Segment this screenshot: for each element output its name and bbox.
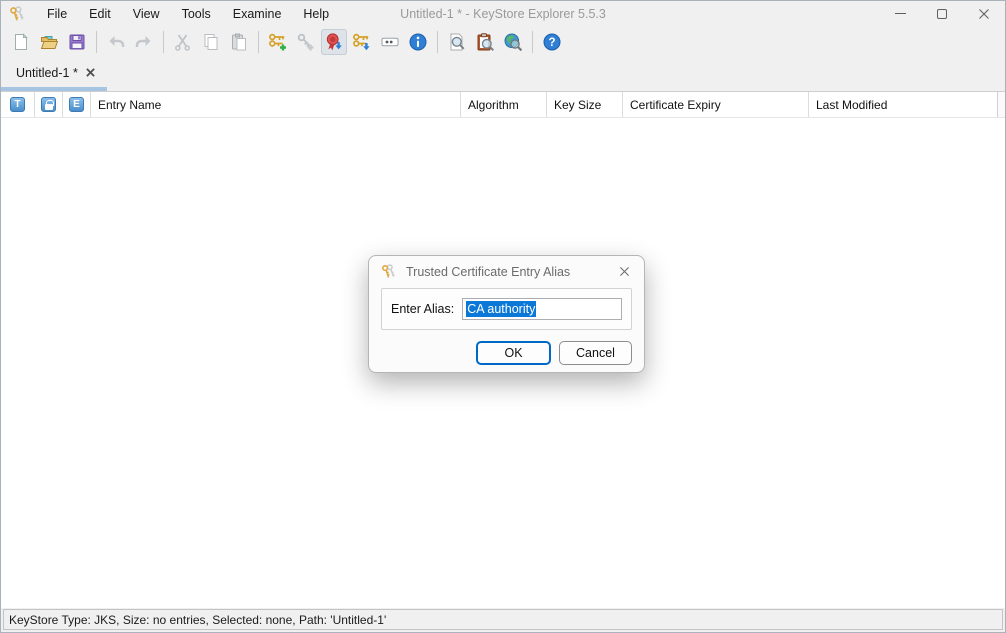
copy-icon xyxy=(201,32,221,52)
new-keystore-button[interactable] xyxy=(8,29,34,55)
new-document-icon xyxy=(11,32,31,52)
dialog-title-bar: Trusted Certificate Entry Alias xyxy=(369,256,644,287)
column-type[interactable]: T xyxy=(1,92,34,117)
examine-globe-icon xyxy=(503,32,523,52)
close-icon xyxy=(619,266,630,277)
gold-key-pair-import-icon xyxy=(352,32,372,52)
app-keys-icon xyxy=(8,5,26,23)
examine-file-icon xyxy=(447,32,467,52)
cancel-button[interactable]: Cancel xyxy=(559,341,632,365)
toolbar-separator xyxy=(96,31,97,53)
generate-key-pair-button[interactable] xyxy=(265,29,291,55)
dialog-buttons: OK Cancel xyxy=(369,330,644,365)
alias-input-selected-text: CA authority xyxy=(466,301,536,317)
column-lock-status[interactable] xyxy=(34,92,62,117)
undo-icon xyxy=(106,32,126,52)
dialog-title: Trusted Certificate Entry Alias xyxy=(406,265,570,279)
toolbar: ? xyxy=(1,26,1005,58)
open-keystore-button[interactable] xyxy=(36,29,62,55)
examine-certificate-button[interactable] xyxy=(444,29,470,55)
status-text: KeyStore Type: JKS, Size: no entries, Se… xyxy=(9,613,386,627)
close-button[interactable] xyxy=(963,1,1005,26)
menu-examine[interactable]: Examine xyxy=(222,4,293,24)
entries-table-header: T E Entry Name Algorithm Key Size Certif… xyxy=(1,92,1005,118)
gray-key-plus-icon xyxy=(296,32,316,52)
save-floppy-icon xyxy=(67,32,87,52)
import-key-pair-button[interactable] xyxy=(349,29,375,55)
menu-tools[interactable]: Tools xyxy=(171,4,222,24)
window-controls xyxy=(879,1,1005,26)
tab-untitled-1[interactable]: Untitled-1 * xyxy=(1,58,107,91)
toolbar-separator xyxy=(437,31,438,53)
examine-clipboard-button[interactable] xyxy=(472,29,498,55)
redo-button xyxy=(131,29,157,55)
menu-view[interactable]: View xyxy=(122,4,171,24)
keystore-properties-button[interactable] xyxy=(405,29,431,55)
undo-button xyxy=(103,29,129,55)
maximize-button[interactable] xyxy=(921,1,963,26)
menu-edit[interactable]: Edit xyxy=(78,4,122,24)
save-keystore-button[interactable] xyxy=(64,29,90,55)
column-last-modified[interactable]: Last Modified xyxy=(808,92,997,117)
close-icon xyxy=(978,8,990,20)
svg-text:?: ? xyxy=(548,37,555,49)
menu-file[interactable]: File xyxy=(36,4,78,24)
info-icon xyxy=(408,32,428,52)
maximize-icon xyxy=(937,9,947,19)
toolbar-separator xyxy=(258,31,259,53)
tab-label: Untitled-1 * xyxy=(16,66,78,80)
generate-secret-key-button xyxy=(293,29,319,55)
column-algorithm[interactable]: Algorithm xyxy=(460,92,546,117)
enter-alias-label: Enter Alias: xyxy=(391,302,454,316)
column-key-size[interactable]: Key Size xyxy=(546,92,622,117)
column-expiry-status[interactable]: E xyxy=(62,92,90,117)
minimize-button[interactable] xyxy=(879,1,921,26)
keystore-explorer-window: File Edit View Tools Examine Help Untitl… xyxy=(0,0,1006,633)
redo-icon xyxy=(134,32,154,52)
alias-input[interactable]: CA authority xyxy=(462,298,622,320)
app-keys-icon xyxy=(380,263,397,280)
alias-panel: Enter Alias: CA authority xyxy=(381,288,632,330)
toolbar-separator xyxy=(532,31,533,53)
status-bar: KeyStore Type: JKS, Size: no entries, Se… xyxy=(3,609,1003,630)
menu-bar: File Edit View Tools Examine Help xyxy=(36,4,340,24)
title-bar: File Edit View Tools Examine Help Untitl… xyxy=(1,1,1005,26)
ok-button[interactable]: OK xyxy=(476,341,551,365)
examine-clipboard-icon xyxy=(475,32,495,52)
minimize-icon xyxy=(895,13,906,14)
help-question-icon: ? xyxy=(542,32,562,52)
column-certificate-expiry[interactable]: Certificate Expiry xyxy=(622,92,808,117)
open-folder-icon xyxy=(39,32,59,52)
trusted-certificate-alias-dialog: Trusted Certificate Entry Alias Enter Al… xyxy=(368,255,645,373)
help-button[interactable]: ? xyxy=(539,29,565,55)
set-password-button[interactable] xyxy=(377,29,403,55)
menu-help[interactable]: Help xyxy=(292,4,340,24)
cut-scissors-icon xyxy=(173,32,193,52)
column-entry-name[interactable]: Entry Name xyxy=(90,92,460,117)
password-dots-icon xyxy=(380,32,400,52)
lock-column-icon xyxy=(41,97,56,112)
cut-button xyxy=(170,29,196,55)
certificate-seal-import-icon xyxy=(324,32,344,52)
import-trusted-certificate-button[interactable] xyxy=(321,29,347,55)
expiry-column-icon: E xyxy=(69,97,84,112)
toolbar-separator xyxy=(163,31,164,53)
tab-bar: Untitled-1 * xyxy=(1,58,1005,92)
header-corner xyxy=(997,92,1005,117)
tab-close-icon[interactable] xyxy=(86,68,95,77)
type-column-icon: T xyxy=(10,97,25,112)
copy-button xyxy=(198,29,224,55)
paste-button xyxy=(226,29,252,55)
gold-key-pair-plus-icon xyxy=(268,32,288,52)
examine-ssl-button[interactable] xyxy=(500,29,526,55)
dialog-close-button[interactable] xyxy=(616,263,633,280)
paste-clipboard-icon xyxy=(229,32,249,52)
